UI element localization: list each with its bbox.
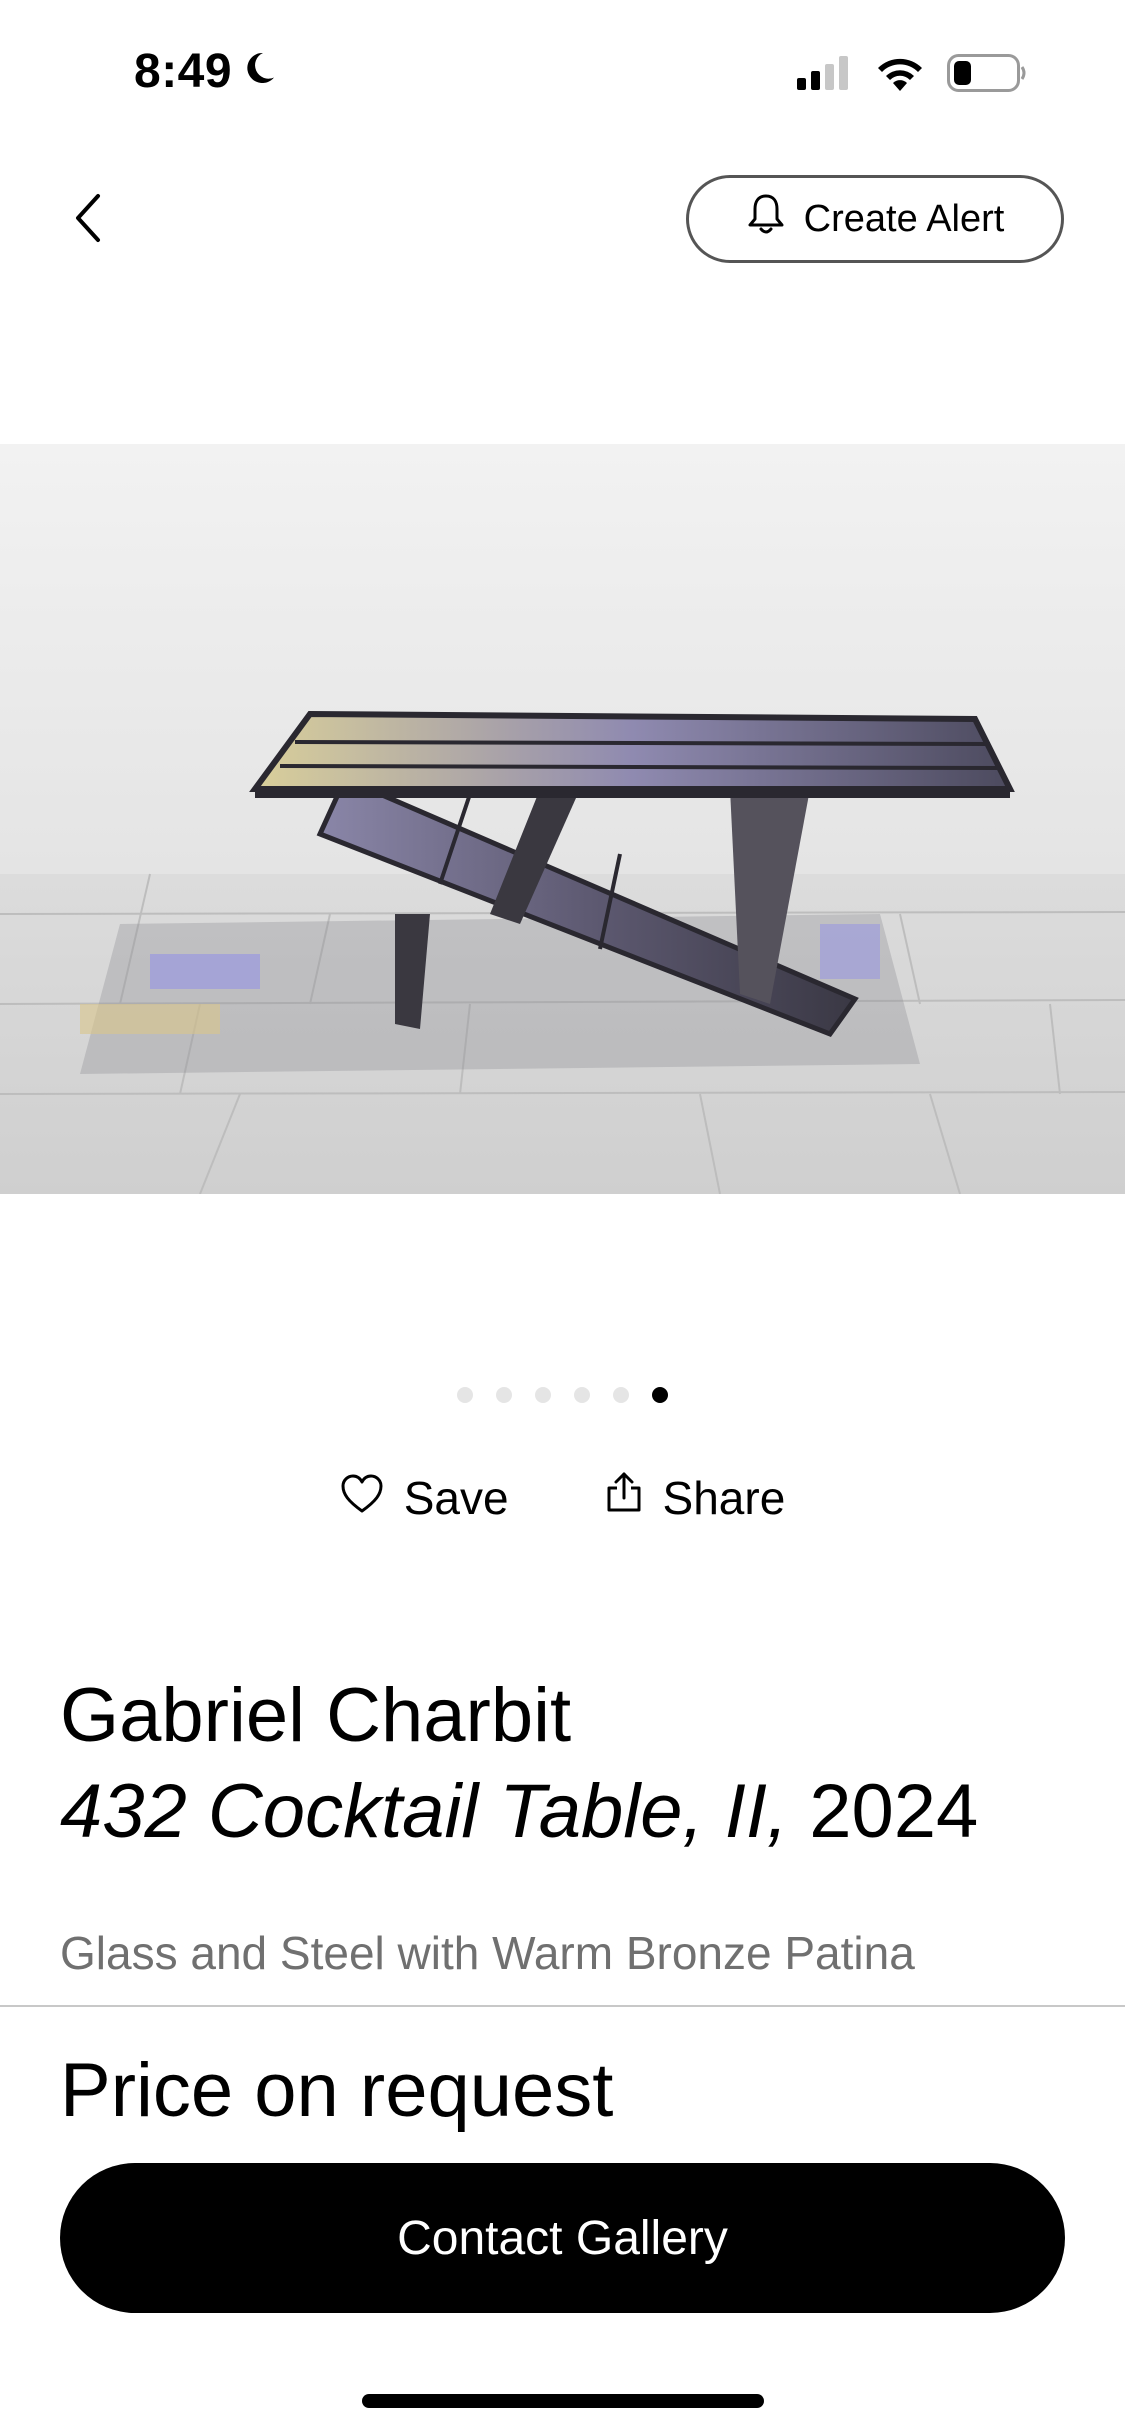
moon-icon: [240, 44, 278, 99]
pagination-dot-active[interactable]: [652, 1387, 668, 1403]
pagination-dot[interactable]: [574, 1387, 590, 1403]
status-time: 8:49: [134, 45, 233, 98]
create-alert-label: Create Alert: [803, 197, 1005, 240]
pagination-dot[interactable]: [613, 1387, 629, 1403]
back-button[interactable]: [58, 180, 118, 260]
artwork-year: 2024: [809, 1769, 979, 1854]
save-button[interactable]: Save: [340, 1470, 509, 1525]
save-label: Save: [403, 1471, 509, 1524]
bell-icon: [746, 192, 786, 246]
artwork-screen: 8:49 Create Alert Save Share Gabriel Cha…: [0, 0, 1125, 2436]
artwork-image[interactable]: [0, 444, 1125, 1194]
contact-gallery-button[interactable]: Contact Gallery: [60, 2163, 1065, 2313]
image-pagination: [0, 1387, 1125, 1403]
pagination-dot[interactable]: [496, 1387, 512, 1403]
share-label: Share: [662, 1471, 786, 1524]
artwork-actions: Save Share: [0, 1470, 1125, 1525]
pagination-dot[interactable]: [457, 1387, 473, 1403]
wifi-icon: [875, 55, 925, 96]
artwork-title: 432 Cocktail Table, II, 2024: [60, 1764, 978, 1860]
divider: [0, 2005, 1125, 2007]
create-alert-button[interactable]: Create Alert: [686, 175, 1064, 263]
cellular-signal-icon: [797, 56, 853, 95]
artwork-medium: Glass and Steel with Warm Bronze Patina: [60, 1927, 915, 1979]
battery-icon: [947, 54, 1027, 97]
chevron-left-icon: [70, 192, 106, 249]
status-icons: [797, 54, 1027, 97]
artist-name[interactable]: Gabriel Charbit: [60, 1668, 571, 1764]
status-bar: 8:49: [0, 0, 1125, 150]
share-button[interactable]: Share: [605, 1470, 786, 1525]
status-time-group: 8:49: [134, 44, 278, 99]
artwork-price: Price on request: [60, 2048, 614, 2133]
artwork-title-text: 432 Cocktail Table, II,: [60, 1769, 789, 1854]
heart-icon: [340, 1471, 384, 1525]
share-icon: [605, 1470, 643, 1525]
pagination-dot[interactable]: [535, 1387, 551, 1403]
contact-gallery-label: Contact Gallery: [397, 2211, 728, 2265]
home-indicator: [362, 2394, 764, 2408]
